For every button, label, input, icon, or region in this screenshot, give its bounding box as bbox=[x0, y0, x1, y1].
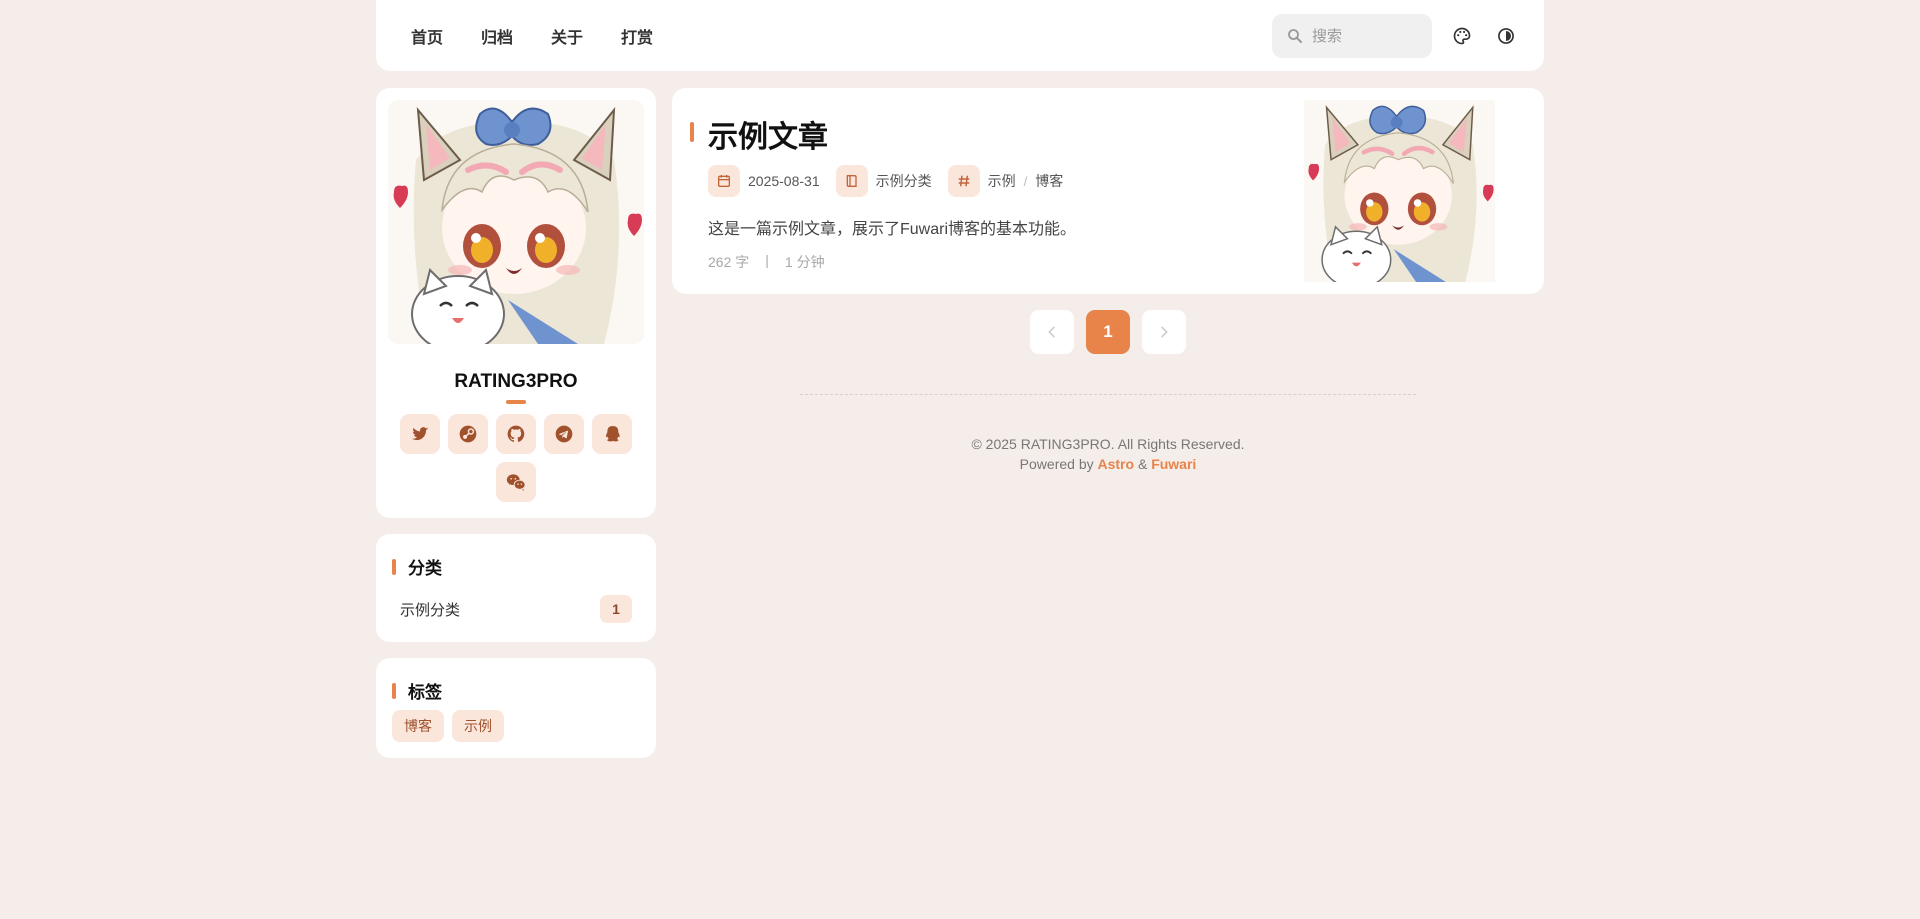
word-count: 262 字 bbox=[708, 254, 750, 270]
accent-bar bbox=[392, 558, 396, 575]
category-item-count: 1 bbox=[600, 595, 632, 623]
post-stats: 262 字 | 1 分钟 bbox=[708, 252, 825, 272]
post-date: 2025-08-31 bbox=[748, 173, 820, 189]
powered-prefix: Powered by bbox=[1019, 456, 1094, 472]
chevron-right-icon bbox=[1161, 326, 1168, 338]
qq-button[interactable] bbox=[592, 414, 632, 454]
social-links-row-2 bbox=[376, 462, 656, 502]
accent-bar bbox=[392, 682, 396, 699]
fuwari-link[interactable]: Fuwari bbox=[1151, 456, 1196, 472]
stat-separator: | bbox=[765, 252, 769, 268]
nav-link-about[interactable]: 关于 bbox=[534, 16, 600, 56]
top-navbar: 首页 归档 关于 打赏 bbox=[376, 0, 1544, 71]
post-category-link[interactable]: 示例分类 bbox=[876, 171, 932, 191]
post-title-accent bbox=[690, 122, 694, 142]
telegram-icon bbox=[555, 425, 573, 443]
book-icon bbox=[835, 165, 868, 197]
profile-card: RATING3PRO bbox=[376, 88, 656, 518]
category-widget: 分类 示例分类 1 bbox=[376, 534, 656, 642]
steam-button[interactable] bbox=[448, 414, 488, 454]
page-number-current[interactable]: 1 bbox=[1086, 310, 1130, 354]
chevron-left-icon bbox=[1048, 326, 1055, 338]
prev-page-button[interactable] bbox=[1030, 310, 1074, 354]
tag-widget: 标签 博客 示例 bbox=[376, 658, 656, 758]
nav-link-archive[interactable]: 归档 bbox=[464, 16, 530, 56]
post-meta: 2025-08-31 示例分类 示例 / 博客 bbox=[708, 165, 1079, 197]
profile-name: RATING3PRO bbox=[454, 371, 578, 392]
nav-links: 首页 归档 关于 打赏 bbox=[394, 0, 674, 71]
social-links-row-1 bbox=[376, 414, 656, 454]
name-underline bbox=[506, 400, 526, 404]
post-title[interactable]: 示例文章 bbox=[708, 112, 828, 156]
footer-copyright: © 2025 RATING3PRO. All Rights Reserved. bbox=[971, 436, 1245, 452]
post-card: 示例文章 2025-08-31 示例分类 示例 / 博客 这是一篇示例文章，展示… bbox=[672, 88, 1544, 294]
theme-toggle-button[interactable] bbox=[1490, 20, 1522, 52]
post-description: 这是一篇示例文章，展示了Fuwari博客的基本功能。 bbox=[708, 221, 1077, 238]
search-box[interactable] bbox=[1272, 14, 1432, 58]
twitter-button[interactable] bbox=[400, 414, 440, 454]
category-item[interactable]: 示例分类 1 bbox=[388, 592, 644, 626]
avatar[interactable] bbox=[388, 100, 644, 344]
post-tag-link-blog[interactable]: 博客 bbox=[1035, 171, 1063, 191]
post-tag-link-example[interactable]: 示例 bbox=[988, 171, 1016, 191]
search-input[interactable] bbox=[1312, 27, 1422, 45]
powered-and: & bbox=[1137, 456, 1148, 472]
theme-toggle-icon bbox=[1498, 28, 1514, 44]
footer-divider bbox=[800, 394, 1416, 395]
steam-icon bbox=[459, 425, 477, 443]
tag-chip-blog[interactable]: 博客 bbox=[392, 710, 444, 742]
tag-list: 博客 示例 bbox=[392, 710, 504, 742]
nav-link-donate[interactable]: 打赏 bbox=[604, 16, 670, 56]
hashtag-icon bbox=[947, 165, 980, 197]
nav-link-home[interactable]: 首页 bbox=[394, 16, 460, 56]
wechat-button[interactable] bbox=[496, 462, 536, 502]
telegram-button[interactable] bbox=[544, 414, 584, 454]
category-widget-title: 分类 bbox=[392, 554, 442, 579]
next-page-button[interactable] bbox=[1142, 310, 1186, 354]
read-time: 1 分钟 bbox=[784, 254, 825, 270]
search-icon bbox=[1288, 29, 1302, 43]
category-item-name: 示例分类 bbox=[400, 601, 461, 619]
palette-icon bbox=[1453, 27, 1471, 45]
post-cover-image[interactable] bbox=[1288, 100, 1532, 282]
tag-chip-example[interactable]: 示例 bbox=[452, 710, 504, 742]
category-widget-title-text: 分类 bbox=[408, 559, 442, 578]
footer-powered-by: Powered by Astro & Fuwari bbox=[672, 456, 1544, 472]
github-button[interactable] bbox=[496, 414, 536, 454]
twitter-icon bbox=[411, 427, 429, 441]
astro-link[interactable]: Astro bbox=[1098, 456, 1135, 472]
calendar-icon bbox=[708, 165, 740, 197]
wechat-icon bbox=[506, 474, 526, 491]
tag-separator: / bbox=[1023, 173, 1028, 189]
github-icon bbox=[507, 425, 525, 442]
tag-widget-title: 标签 bbox=[392, 678, 442, 703]
tag-widget-title-text: 标签 bbox=[408, 683, 442, 702]
qq-icon bbox=[606, 426, 620, 442]
palette-button[interactable] bbox=[1446, 20, 1478, 52]
